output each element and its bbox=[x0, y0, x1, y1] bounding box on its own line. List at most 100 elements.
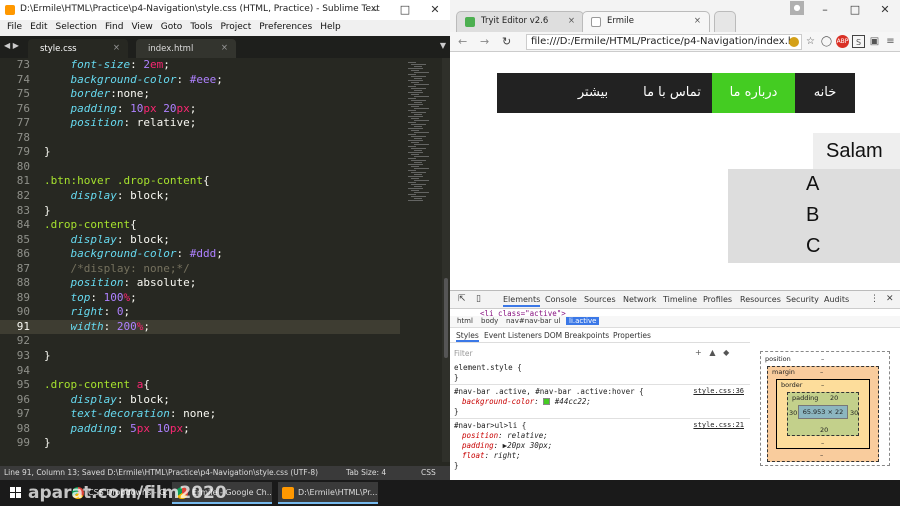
maximize-button[interactable]: □ bbox=[840, 0, 870, 20]
devtools-tab-network[interactable]: Network bbox=[623, 295, 656, 304]
code-line[interactable]: 94 bbox=[0, 364, 400, 379]
subtab-dom-breakpoints[interactable]: DOM Breakpoints bbox=[544, 331, 609, 340]
windows-start-icon[interactable] bbox=[10, 487, 22, 499]
dropdown-button[interactable]: Salam bbox=[813, 133, 900, 169]
code-line[interactable]: 80 bbox=[0, 160, 400, 175]
status-syntax[interactable]: CSS bbox=[421, 466, 436, 480]
back-arrow-icon[interactable]: ← bbox=[458, 35, 467, 48]
code-line[interactable]: 86 background-color: #ddd; bbox=[0, 247, 400, 262]
color-swatch-icon[interactable] bbox=[543, 398, 551, 405]
rule-source-link[interactable]: style.css:21 bbox=[693, 421, 744, 429]
code-editor[interactable]: 73 font-size: 2em; 74 background-color: #… bbox=[0, 58, 405, 462]
bm-margin-box[interactable]: margin – – border – – padding 20 20 30 3… bbox=[767, 366, 879, 462]
code-line[interactable]: 76 padding: 10px 20px; bbox=[0, 102, 400, 117]
menu-icon[interactable]: ≡ bbox=[884, 35, 897, 48]
maximize-button[interactable]: □ bbox=[390, 0, 420, 20]
code-line[interactable]: 99} bbox=[0, 436, 400, 451]
code-line[interactable]: 79} bbox=[0, 145, 400, 160]
code-line[interactable]: 92 bbox=[0, 334, 400, 349]
menu-view[interactable]: View bbox=[128, 20, 157, 36]
code-line[interactable]: 78 bbox=[0, 131, 400, 146]
code-line[interactable]: 95 .drop-content a{ bbox=[0, 378, 400, 393]
bm-content-box[interactable]: 65.953 × 22 bbox=[798, 405, 848, 419]
menu-goto[interactable]: Goto bbox=[158, 20, 188, 36]
code-line[interactable]: 97 text-decoration: none; bbox=[0, 407, 400, 422]
menu-selection[interactable]: Selection bbox=[53, 20, 102, 36]
devtools-menu-icon[interactable]: ⋮ bbox=[870, 294, 879, 304]
menu-project[interactable]: Project bbox=[217, 20, 256, 36]
minimap[interactable] bbox=[405, 58, 442, 462]
device-mode-icon[interactable]: ▯ bbox=[476, 294, 481, 304]
tab-index-html[interactable]: index.html × bbox=[136, 39, 236, 58]
adblock-icon[interactable]: ABP bbox=[836, 35, 849, 48]
pin-state-icon[interactable]: ▲ bbox=[709, 348, 715, 357]
address-bar[interactable]: file:///D:/Ermile/HTML/Practice/p4-Navig… bbox=[526, 34, 802, 50]
code-line[interactable]: 75 border:none; bbox=[0, 87, 400, 102]
screen-extension-icon[interactable]: ▣ bbox=[868, 35, 881, 48]
rule-property[interactable]: position: relative; bbox=[462, 431, 548, 440]
rule-property[interactable]: background-color: #44cc22; bbox=[462, 397, 591, 406]
breadcrumb-li-active[interactable]: li.active bbox=[566, 317, 600, 325]
minimize-button[interactable]: – bbox=[360, 0, 390, 20]
code-line[interactable]: 84 .drop-content{ bbox=[0, 218, 400, 233]
tab-style-css[interactable]: style.css × bbox=[28, 39, 128, 58]
code-line[interactable]: 73 font-size: 2em; bbox=[0, 58, 400, 73]
editor-scrollbar[interactable] bbox=[442, 58, 450, 462]
rule-property[interactable]: padding: ▶20px 30px; bbox=[462, 441, 552, 450]
code-line[interactable]: 93} bbox=[0, 349, 400, 364]
code-line[interactable]: 83} bbox=[0, 204, 400, 219]
dropdown-link-a[interactable]: A bbox=[806, 173, 819, 196]
user-profile-icon[interactable]: ● bbox=[790, 1, 804, 15]
bm-border-box[interactable]: border – – padding 20 20 30 30 65.953 × … bbox=[776, 379, 870, 449]
code-line[interactable]: 98 padding: 5px 10px; bbox=[0, 422, 400, 437]
close-tab-icon[interactable]: × bbox=[113, 43, 120, 53]
globe-extension-icon[interactable]: ◯ bbox=[820, 35, 833, 48]
devtools-tab-console[interactable]: Console bbox=[545, 295, 577, 304]
reload-icon[interactable]: ↻ bbox=[502, 35, 511, 48]
breadcrumb-nav[interactable]: nav#nav-bar bbox=[503, 317, 555, 325]
bm-padding-box[interactable]: padding 20 20 30 30 65.953 × 22 bbox=[787, 392, 859, 436]
breadcrumb-ul[interactable]: ul bbox=[551, 317, 563, 325]
dropdown-link-c[interactable]: C bbox=[806, 235, 820, 258]
scrollbar-thumb[interactable] bbox=[444, 278, 448, 358]
rule-selector[interactable]: #nav-bar .active, #nav-bar .active:hover… bbox=[454, 387, 644, 396]
devtools-tab-security[interactable]: Security bbox=[786, 295, 819, 304]
minimize-button[interactable]: – bbox=[810, 0, 840, 20]
nav-item-about[interactable]: درباره ما bbox=[712, 73, 795, 113]
menu-edit[interactable]: Edit bbox=[27, 20, 52, 36]
code-line[interactable]: 87 /*display: none;*/ bbox=[0, 262, 400, 277]
menu-help[interactable]: Help bbox=[317, 20, 346, 36]
nav-item-contact[interactable]: تماس با ما bbox=[632, 73, 712, 113]
status-tab-size[interactable]: Tab Size: 4 bbox=[346, 466, 386, 480]
taskbar-item-sublime[interactable]: D:\Ermile\HTML\Pr... bbox=[278, 482, 378, 504]
devtools-tab-timeline[interactable]: Timeline bbox=[663, 295, 697, 304]
rule-source-link[interactable]: style.css:36 bbox=[693, 387, 744, 395]
code-line[interactable]: 74 background-color: #eee; bbox=[0, 73, 400, 88]
code-line[interactable]: 85 display: block; bbox=[0, 233, 400, 248]
add-rule-icon[interactable]: + bbox=[695, 348, 702, 357]
close-button[interactable]: ✕ bbox=[420, 0, 450, 20]
close-button[interactable]: ✕ bbox=[870, 0, 900, 20]
code-line[interactable]: 91 width: 200%; bbox=[0, 319, 400, 335]
s-extension-icon[interactable]: S bbox=[852, 35, 865, 48]
tab-list-dropdown-icon[interactable]: ▼ bbox=[440, 41, 446, 50]
code-line[interactable]: 89 top: 100%; bbox=[0, 291, 400, 306]
styles-filter-input[interactable]: Filter bbox=[454, 349, 473, 358]
menu-preferences[interactable]: Preferences bbox=[256, 20, 317, 36]
close-tab-icon[interactable]: × bbox=[694, 16, 701, 26]
breadcrumb-html[interactable]: html bbox=[454, 317, 476, 325]
tab-scroll-arrows-icon[interactable]: ◀ ▶ bbox=[4, 41, 19, 50]
rule-selector[interactable]: element.style { bbox=[454, 363, 522, 372]
breadcrumb-body[interactable]: body bbox=[478, 317, 501, 325]
new-tab-button[interactable] bbox=[714, 11, 736, 32]
page-action-icon[interactable] bbox=[789, 37, 799, 47]
dropdown-link-b[interactable]: B bbox=[806, 204, 819, 227]
code-line[interactable]: 88 position: absolute; bbox=[0, 276, 400, 291]
devtools-tab-resources[interactable]: Resources bbox=[740, 295, 781, 304]
chrome-tab-ermile[interactable]: Ermile × bbox=[582, 11, 710, 32]
devtools-tab-audits[interactable]: Audits bbox=[824, 295, 849, 304]
code-line[interactable]: 82 display: block; bbox=[0, 189, 400, 204]
menu-file[interactable]: File bbox=[4, 20, 27, 36]
rule-property[interactable]: float: right; bbox=[462, 451, 521, 460]
forward-arrow-icon[interactable]: → bbox=[480, 35, 489, 48]
